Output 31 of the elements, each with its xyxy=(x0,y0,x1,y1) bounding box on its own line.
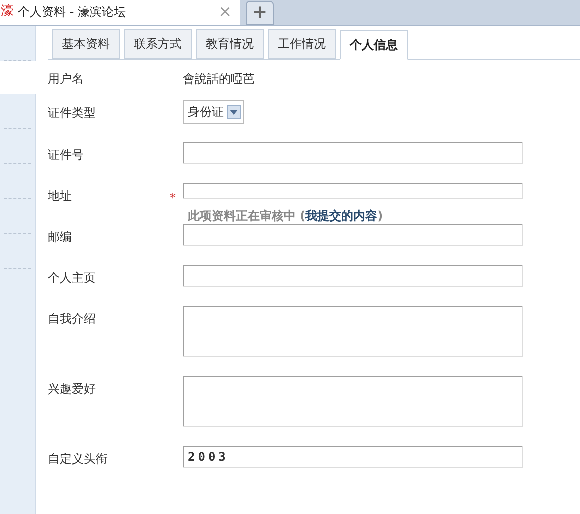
tab[interactable]: 工作情况 xyxy=(268,29,336,59)
field-label: 兴趣爱好 xyxy=(48,381,97,398)
tab[interactable]: 基本资料 xyxy=(52,29,120,59)
textarea-field[interactable] xyxy=(183,306,523,357)
field-label: 证件类型 xyxy=(48,105,97,122)
field-label: 自我介绍 xyxy=(48,311,97,328)
review-note: 此项资料正在审核中 (我提交的内容) xyxy=(186,208,384,225)
id-type-select[interactable]: 身份证 xyxy=(183,100,244,124)
input-field[interactable] xyxy=(183,224,523,246)
input-field[interactable]: 2003 xyxy=(183,446,523,468)
tab[interactable]: 联系方式 xyxy=(124,29,192,59)
tab[interactable]: 个人信息 xyxy=(340,30,408,60)
field-label: 证件号 xyxy=(48,147,85,164)
favicon: 濠 xyxy=(1,3,14,22)
browser-tab[interactable]: 濠 个人资料 - 濠滨论坛 × xyxy=(0,0,240,25)
input-field[interactable] xyxy=(183,265,523,287)
field-label: 用户名 xyxy=(48,71,85,88)
required-mark: * xyxy=(170,191,176,205)
field-label: 邮编 xyxy=(48,229,73,246)
new-tab-button[interactable]: + xyxy=(246,1,274,25)
field-label: 个人主页 xyxy=(48,270,97,287)
textarea-field[interactable] xyxy=(183,376,523,427)
tab-title: 个人资料 - 濠滨论坛 xyxy=(18,4,126,21)
field-label: 地址 xyxy=(48,188,73,205)
input-field[interactable] xyxy=(183,183,523,199)
sidebar-item[interactable] xyxy=(0,61,36,94)
submitted-content-link[interactable]: 我提交的内容 xyxy=(306,209,378,223)
field-label: 自定义头衔 xyxy=(48,451,109,468)
input-field[interactable] xyxy=(183,142,523,164)
tab[interactable]: 教育情况 xyxy=(196,29,264,59)
username-value: 會說話的啞芭 xyxy=(183,71,255,88)
